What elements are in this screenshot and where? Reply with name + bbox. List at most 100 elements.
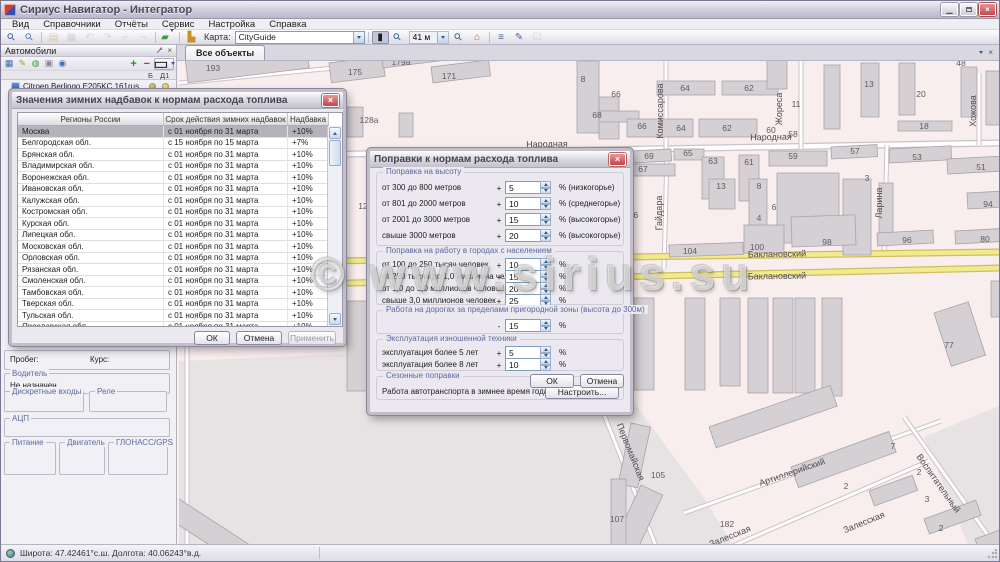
map-building: [709, 385, 837, 447]
edit-icon[interactable]: ✎: [16, 58, 28, 70]
table-row[interactable]: Тверская обл.с 01 ноября по 31 марта+10%: [18, 299, 342, 311]
table-row[interactable]: Владимирская обл.с 01 ноября по 31 марта…: [18, 161, 342, 173]
cancel-button[interactable]: Отмена: [236, 331, 282, 345]
engine-group: Двигатель: [59, 442, 105, 475]
table-row[interactable]: Смоленская обл.с 01 ноября по 31 марта+1…: [18, 276, 342, 288]
menu-item[interactable]: Справочники: [36, 19, 108, 30]
row-label: эксплуатация более 8 лет: [382, 360, 478, 369]
ok-button[interactable]: ОК: [194, 331, 230, 345]
legend-icon[interactable]: ≡: [493, 31, 510, 44]
table-row[interactable]: Тамбовская обл.с 01 ноября по 31 марта+1…: [18, 287, 342, 299]
value-spinner[interactable]: 15: [505, 319, 551, 332]
camera-icon[interactable]: ▣: [43, 58, 55, 70]
map-building-number: 100: [750, 242, 764, 252]
map-tab-bar: Все объекты ×: [177, 45, 999, 61]
home-icon[interactable]: ⌂: [469, 31, 486, 44]
minimize-button[interactable]: ▁: [941, 3, 958, 16]
chevron-down-icon[interactable]: [353, 32, 364, 43]
dialog-close-button[interactable]: ×: [609, 153, 626, 166]
zoom-in-icon[interactable]: ⚲: [390, 31, 407, 44]
spin-down-button[interactable]: [540, 365, 551, 372]
scroll-down-button[interactable]: [329, 313, 341, 325]
close-button[interactable]: ×: [979, 3, 996, 16]
map-select[interactable]: CityGuide: [235, 31, 365, 44]
spin-down-button[interactable]: [540, 188, 551, 195]
group-1: Поправка на высотуот 300 до 800 метров+5…: [376, 172, 624, 246]
column-header[interactable]: Регионы России: [18, 113, 164, 126]
add-vehicle-button[interactable]: +: [127, 58, 139, 70]
spin-down-button[interactable]: [540, 326, 551, 333]
title-bar[interactable]: Сириус Навигатор - Интегратор ▁ ×: [1, 1, 999, 19]
sign-label: -: [495, 321, 503, 331]
table-row[interactable]: Московская обл.с 01 ноября по 31 марта+1…: [18, 241, 342, 253]
zoom-out-icon[interactable]: ⚲: [451, 31, 468, 44]
value-spinner[interactable]: 15: [505, 213, 551, 226]
spin-down-button[interactable]: [540, 204, 551, 211]
chart-icon[interactable]: ▙: [183, 31, 200, 44]
dialog-close-button[interactable]: ×: [322, 94, 339, 107]
menu-item[interactable]: Настройка: [201, 19, 262, 30]
spin-down-button[interactable]: [540, 220, 551, 227]
column-header[interactable]: Надбавка: [288, 113, 329, 126]
table-row[interactable]: Москвас 01 ноября по 31 марта+10%: [18, 126, 342, 138]
table-row[interactable]: Белгородская обл.с 15 ноября по 15 марта…: [18, 138, 342, 150]
ok-button[interactable]: ОК: [530, 374, 574, 388]
menu-item[interactable]: Вид: [5, 19, 36, 30]
scroll-up-button[interactable]: [329, 127, 341, 139]
spin-down-button[interactable]: [540, 236, 551, 243]
column-header[interactable]: Срок действия зимних надбавок: [164, 113, 288, 126]
maximize-button[interactable]: [960, 3, 977, 16]
table-row[interactable]: Костромская обл.с 01 ноября по 31 марта+…: [18, 207, 342, 219]
menu-item[interactable]: Сервис: [155, 19, 202, 30]
statusbar-divider: [319, 547, 320, 559]
spinner-buttons: [540, 213, 551, 226]
table-cell: с 01 ноября по 31 марта: [164, 253, 288, 265]
resize-grip[interactable]: [987, 549, 997, 559]
table-cell: +10%: [288, 287, 329, 299]
table-row[interactable]: Брянская обл.с 01 ноября по 31 марта+10%: [18, 149, 342, 161]
value-spinner[interactable]: 10: [505, 197, 551, 210]
tab-all-objects[interactable]: Все объекты: [185, 45, 265, 60]
menu-item[interactable]: Отчёты: [108, 19, 155, 30]
map-building: [869, 475, 918, 506]
menu-item[interactable]: Справка: [262, 19, 313, 30]
globe-blue-icon[interactable]: ◉: [56, 58, 68, 70]
zoom-level[interactable]: 41 м: [409, 31, 449, 44]
map-building: [748, 298, 768, 393]
view-split-button[interactable]: ▭: [154, 58, 174, 70]
edit-notes-icon[interactable]: ✎: [511, 31, 528, 44]
table-row[interactable]: Рязанская обл.с 01 ноября по 31 марта+10…: [18, 264, 342, 276]
value-spinner[interactable]: 5: [505, 181, 551, 194]
table-scrollbar[interactable]: [327, 126, 342, 326]
track-pin-icon[interactable]: ▮: [372, 31, 389, 44]
table-row[interactable]: Липецкая обл.с 01 ноября по 31 марта+10%: [18, 230, 342, 242]
vehicle-filter-icon[interactable]: ▰: [159, 31, 176, 44]
zoom-select-icon[interactable]: ⚲: [21, 31, 38, 44]
tab-scroll-icon[interactable]: [979, 51, 983, 54]
vehicles-panel-header[interactable]: Автомобили ⊸ ×: [1, 45, 176, 57]
table-cell: Брянская обл.: [18, 149, 164, 161]
table-row[interactable]: Воронежская обл.с 01 ноября по 31 марта+…: [18, 172, 342, 184]
globe-green-icon[interactable]: ◍: [30, 58, 42, 70]
table-row[interactable]: Ивановская обл.с 01 ноября по 31 марта+1…: [18, 184, 342, 196]
column-d1: Д1: [160, 71, 169, 80]
value-spinner[interactable]: 10: [505, 358, 551, 371]
table-row[interactable]: Ярославская обл.с 01 ноября по 31 марта+…: [18, 322, 342, 328]
map-building-number: 63: [708, 156, 718, 166]
table-row[interactable]: Орловская обл.с 01 ноября по 31 марта+10…: [18, 253, 342, 265]
zoom-window-icon[interactable]: ⚲: [3, 31, 20, 44]
scroll-thumb[interactable]: [329, 140, 341, 166]
table-row[interactable]: Тульская обл.с 01 ноября по 31 марта+10%: [18, 310, 342, 322]
fuel-corrections-dialog-title[interactable]: Поправки к нормам расхода топлива ×: [370, 151, 630, 168]
tab-close-icon[interactable]: ×: [988, 48, 993, 57]
table-row[interactable]: Калужская обл.с 01 ноября по 31 марта+10…: [18, 195, 342, 207]
form-row: от 250 тысяч до 1,0 миллиона человек+15%: [377, 270, 623, 282]
cancel-button[interactable]: Отмена: [580, 374, 624, 388]
remove-vehicle-button[interactable]: −: [141, 58, 153, 70]
value-spinner[interactable]: 20: [505, 229, 551, 242]
table-row[interactable]: Курская обл.с 01 ноября по 31 марта+10%: [18, 218, 342, 230]
chevron-down-icon[interactable]: [437, 32, 448, 43]
winter-surcharges-dialog-title[interactable]: Значения зимних надбавок к нормам расход…: [12, 92, 343, 109]
pc-icon[interactable]: ▦: [3, 58, 15, 70]
driver-group-label: Водитель: [10, 369, 49, 378]
